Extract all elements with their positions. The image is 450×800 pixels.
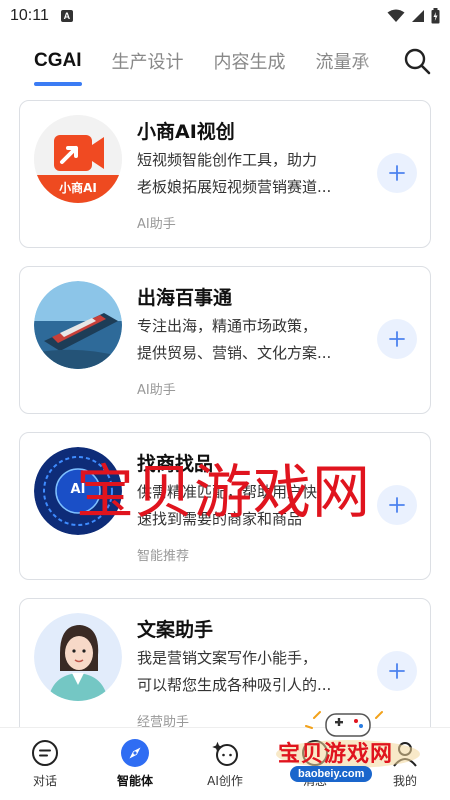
status-time: 10:11 [10,7,49,24]
tab-production-design[interactable]: 生产设计 [112,48,184,74]
plus-icon [389,497,405,513]
plus-icon [389,331,405,347]
agent-list: 小商AI 小商AI视创 短视频智能创作工具，助力 老板娘拓展短视频营销赛道...… [0,90,450,727]
watermark-logo-url: baobeiy.com [290,766,373,782]
nav-item-ai-create[interactable]: AI创作 [190,738,260,789]
ai-create-icon [212,741,238,766]
battery-icon [431,8,440,24]
chat-icon [32,740,58,766]
card-title: 小商AI视创 [137,121,235,143]
notification-icon: A [60,10,73,22]
wifi-icon [387,9,405,22]
nav-label: AI创作 [207,774,243,788]
woman-assistant-illustration [34,613,122,701]
status-bar: 10:11 A [0,0,450,32]
add-agent-button[interactable] [377,651,417,691]
agent-card-overseas[interactable]: 出海百事通 专注出海，精通市场政策， 提供贸易、营销、文化方案... AI助手 [19,266,431,414]
tab-cgai[interactable]: CGAI [34,50,82,86]
add-agent-button[interactable] [377,153,417,193]
avatar-badge: 小商AI [59,181,97,195]
tab-content-generation[interactable]: 内容生成 [214,48,286,74]
card-tag: AI助手 [137,217,176,232]
card-tag: 经营助手 [137,715,190,727]
tab-fade [358,32,398,90]
app-screen: 10:11 A CGAI 生产设计 内容生成 流量承 小商AI 小商AI视创 短… [0,0,450,800]
add-agent-button[interactable] [377,319,417,359]
signal-icon [412,10,424,22]
card-tag: AI助手 [137,383,176,398]
card-description: 短视频智能创作工具，助力 老板娘拓展短视频营销赛道... [137,151,332,196]
plus-icon [389,165,405,181]
card-tag: 智能推荐 [137,549,190,564]
nav-label: 对话 [32,774,57,788]
watermark-logo: 宝贝游戏网 baobeiy.com [268,708,428,790]
watermark-logo-text: 宝贝游戏网 [278,742,394,767]
add-agent-button[interactable] [377,485,417,525]
compass-icon [121,739,149,767]
card-title: 文案助手 [137,619,214,641]
category-tabs: CGAI 生产设计 内容生成 流量承 [0,32,450,90]
status-icons [387,8,440,24]
nav-label: 智能体 [116,774,153,788]
nav-item-agents[interactable]: 智能体 [100,738,170,789]
video-camera-logo: 小商AI [34,115,122,203]
card-title: 出海百事通 [137,287,233,309]
agent-card-video[interactable]: 小商AI 小商AI视创 短视频智能创作工具，助力 老板娘拓展短视频营销赛道...… [19,100,431,248]
card-description: 专注出海，精通市场政策， 提供贸易、营销、文化方案... [137,317,332,362]
nav-item-chat[interactable]: 对话 [10,738,80,789]
cargo-ship-photo [34,281,122,369]
plus-icon [389,663,405,679]
watermark-text: 宝贝游戏网 [76,458,372,526]
search-icon[interactable] [402,46,432,76]
card-description: 我是营销文案写作小能手， 可以帮您生成各种吸引人的... [137,649,332,694]
